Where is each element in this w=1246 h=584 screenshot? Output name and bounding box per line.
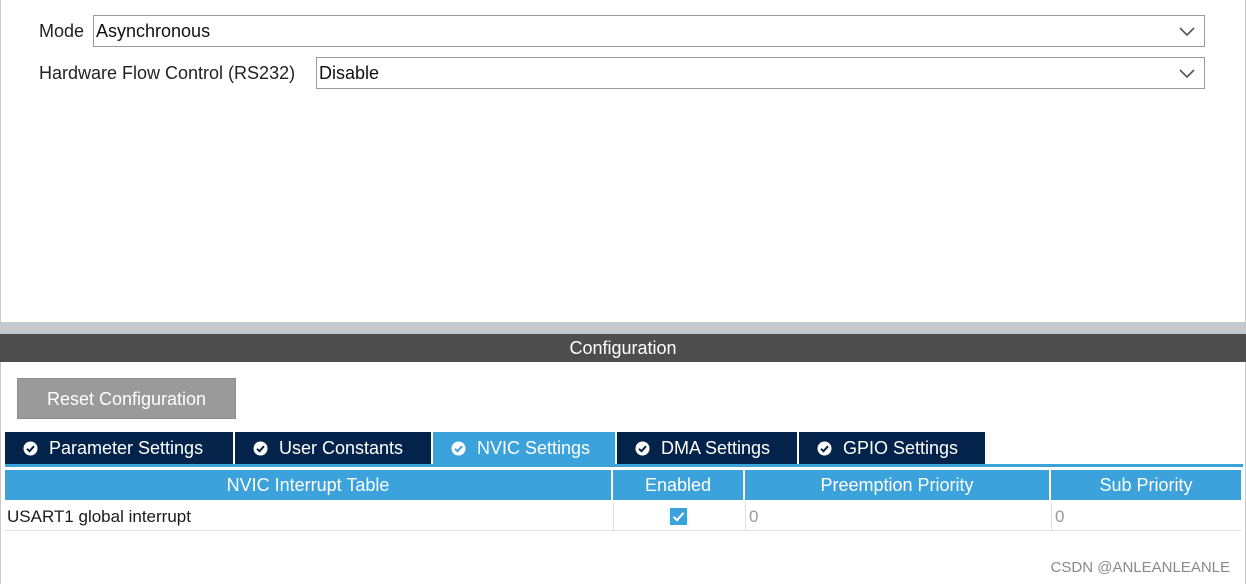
enabled-cell [613,502,745,531]
reset-configuration-button[interactable]: Reset Configuration [17,378,236,419]
mode-select[interactable]: Asynchronous [93,15,1205,47]
mode-select-value: Asynchronous [96,21,211,41]
chevron-down-icon [1179,27,1195,37]
check-circle-icon [451,441,466,456]
tab-user-constants[interactable]: User Constants [235,432,431,464]
tab-underline [5,464,1243,467]
tab-nvic-settings[interactable]: NVIC Settings [433,432,615,464]
tab-gpio-settings[interactable]: GPIO Settings [799,432,985,464]
configuration-panel: Reset Configuration Parameter Settings U… [0,362,1246,584]
column-header-preemption-priority[interactable]: Preemption Priority [745,470,1049,500]
chevron-down-icon [1179,69,1195,79]
check-circle-icon [23,441,38,456]
tab-label: GPIO Settings [843,438,959,458]
tab-label: NVIC Settings [477,438,591,458]
column-header-interrupt[interactable]: NVIC Interrupt Table [5,470,611,500]
flow-control-select-value: Disable [319,63,380,83]
sub-priority-cell[interactable]: 0 [1051,502,1241,531]
tab-label: Parameter Settings [49,438,204,458]
watermark-text: CSDN @ANLEANLEANLE [1050,559,1230,576]
interrupt-name-cell: USART1 global interrupt [5,502,613,531]
flow-control-select[interactable]: Disable [316,57,1205,89]
tab-parameter-settings[interactable]: Parameter Settings [5,432,233,464]
configuration-header: Configuration [0,334,1246,362]
flow-control-label: Hardware Flow Control (RS232) [39,63,296,83]
column-header-enabled[interactable]: Enabled [613,470,743,500]
panel-splitter[interactable] [0,322,1246,334]
check-circle-icon [635,441,650,456]
check-circle-icon [253,441,268,456]
check-circle-icon [817,441,832,456]
checkbox-checked-icon[interactable] [670,508,687,525]
mode-panel: Mode Asynchronous Hardware Flow Control … [0,0,1246,322]
preemption-priority-cell[interactable]: 0 [745,502,1051,531]
mode-label: Mode [39,21,85,41]
column-header-sub-priority[interactable]: Sub Priority [1051,470,1241,500]
tab-dma-settings[interactable]: DMA Settings [617,432,797,464]
tab-label: User Constants [279,438,404,458]
tab-label: DMA Settings [661,438,771,458]
